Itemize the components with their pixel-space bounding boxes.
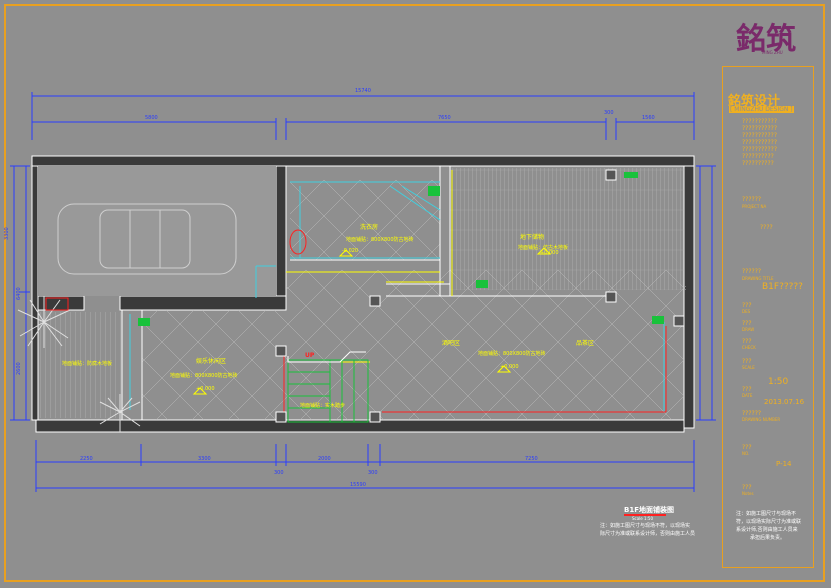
dim-top-small: 300	[604, 110, 614, 116]
room-finish-laundry: 地面铺贴：800X800防古地砖	[346, 237, 414, 243]
scale-value: 1:50	[768, 377, 789, 387]
dim-bottom-6: 7250	[525, 456, 538, 462]
row-label-6: ??????	[742, 410, 762, 417]
dim-bottom-3: 300	[274, 470, 284, 476]
tb-note-4: 承担后果负责。	[750, 535, 786, 541]
stair-finish: 地面铺贴：实木踏步	[300, 403, 346, 409]
company-line-6: ??????????	[742, 153, 774, 160]
company-line-3: ???????????	[742, 132, 778, 139]
dim-overall-bottom: 15590	[350, 482, 366, 488]
project-label-en: PROJECT NA	[742, 204, 767, 209]
row-label-7: ???	[742, 444, 752, 451]
row-label-en-5: DATE	[742, 393, 753, 398]
tb-note-1: 注：如施工图尺寸与现场不	[736, 511, 797, 517]
dim-lines-top	[31, 92, 695, 140]
dim-bottom-4: 2000	[318, 456, 331, 462]
room-finish-bar: 地面铺贴：800X800防古地砖	[478, 351, 546, 357]
company-line-4: ???????????	[742, 139, 778, 146]
drawing-scale: Scale 1:50	[632, 516, 654, 521]
tb-note-2: 符，以现场实际尺寸为准或联	[736, 519, 802, 525]
row-label-1: ???	[742, 302, 752, 309]
storage-wood-floor	[450, 168, 684, 290]
project-label: ??????	[742, 196, 762, 203]
room-name-leisure: 娱乐休闲区	[196, 358, 227, 365]
stair-up-label: UP	[305, 352, 315, 359]
company-name-en: [ MINGZHU DESIGN ]	[729, 106, 794, 113]
row-label-en-7: NO.	[742, 451, 750, 456]
row-label-2: ???	[742, 320, 752, 327]
project-value: ????	[760, 224, 773, 231]
room-elev-bar: +0.000	[500, 364, 519, 370]
dim-bottom-2: 3300	[198, 456, 211, 462]
date-value: 2013.07.16	[764, 398, 805, 406]
row-label-en-6: DRAWING NUMBER	[742, 417, 781, 422]
drawing-note-2: 际尺寸为准或联系设计师，否则由施工人员	[600, 531, 696, 537]
room-name-laundry: 洗衣房	[360, 224, 379, 231]
dim-top-mid: 7650	[438, 115, 451, 121]
bar-tile-area	[142, 310, 684, 420]
row-label-5: ???	[742, 386, 752, 393]
floor-plan: 15740 5800 7650 300 1560 2250 3300 300 2…	[4, 88, 716, 492]
dim-bottom-1: 2250	[80, 456, 93, 462]
logo-sub: MING ZHU	[762, 50, 783, 55]
tb-note-3: 系设计师,否则由施工人员来	[736, 527, 798, 533]
row-label-en-1: DES	[742, 309, 751, 314]
dim-left-3: 2600	[16, 362, 22, 375]
room-name-tea: 品茶区	[576, 340, 595, 347]
drawing-label: ??????	[742, 268, 762, 275]
row-label-en-2: DRAW	[742, 327, 755, 332]
row-label-en-8: Notes	[742, 491, 754, 496]
company-line-2: ???????????	[742, 125, 778, 132]
garden-finish: 地面铺贴：防腐木地板	[62, 361, 113, 367]
drawing-label-en: DRAWING TITLE	[742, 276, 774, 281]
dim-left-1: 3300	[4, 227, 10, 240]
room-elev-laundry: -0.020	[342, 248, 359, 254]
dim-left-2: 6400	[16, 287, 22, 300]
row-label-en-3: CHECK	[742, 345, 756, 350]
dim-bottom-5: 300	[368, 470, 378, 476]
room-finish-leisure: 地面铺贴：800X800防古地砖	[170, 373, 238, 379]
room-elev-leisure: +0.000	[196, 386, 215, 392]
room-name-bar: 酒吧区	[442, 340, 461, 347]
laundry-tile-area	[290, 180, 440, 260]
room-elev-storage: +0.000	[540, 250, 559, 256]
number-value: P-14	[776, 460, 792, 468]
company-line-1: ???????????	[742, 118, 778, 125]
dim-top-right: 1560	[642, 115, 655, 121]
row-label-8: ???	[742, 484, 752, 491]
company-line-7: ??????????	[742, 160, 774, 167]
room-name-storage: 地下储物	[520, 234, 545, 241]
garage-floor	[38, 166, 276, 296]
drawing-note-1: 注：如施工图尺寸与现场不符，以现场实	[600, 523, 691, 529]
drawing-value: B1F?????	[762, 282, 803, 292]
row-label-en-4: SCALE	[742, 365, 755, 370]
row-label-4: ???	[742, 358, 752, 365]
row-label-3: ???	[742, 338, 752, 345]
dim-top-left: 5800	[145, 115, 158, 121]
company-line-5: ???????????	[742, 146, 778, 153]
dim-overall-top: 15740	[355, 88, 371, 94]
